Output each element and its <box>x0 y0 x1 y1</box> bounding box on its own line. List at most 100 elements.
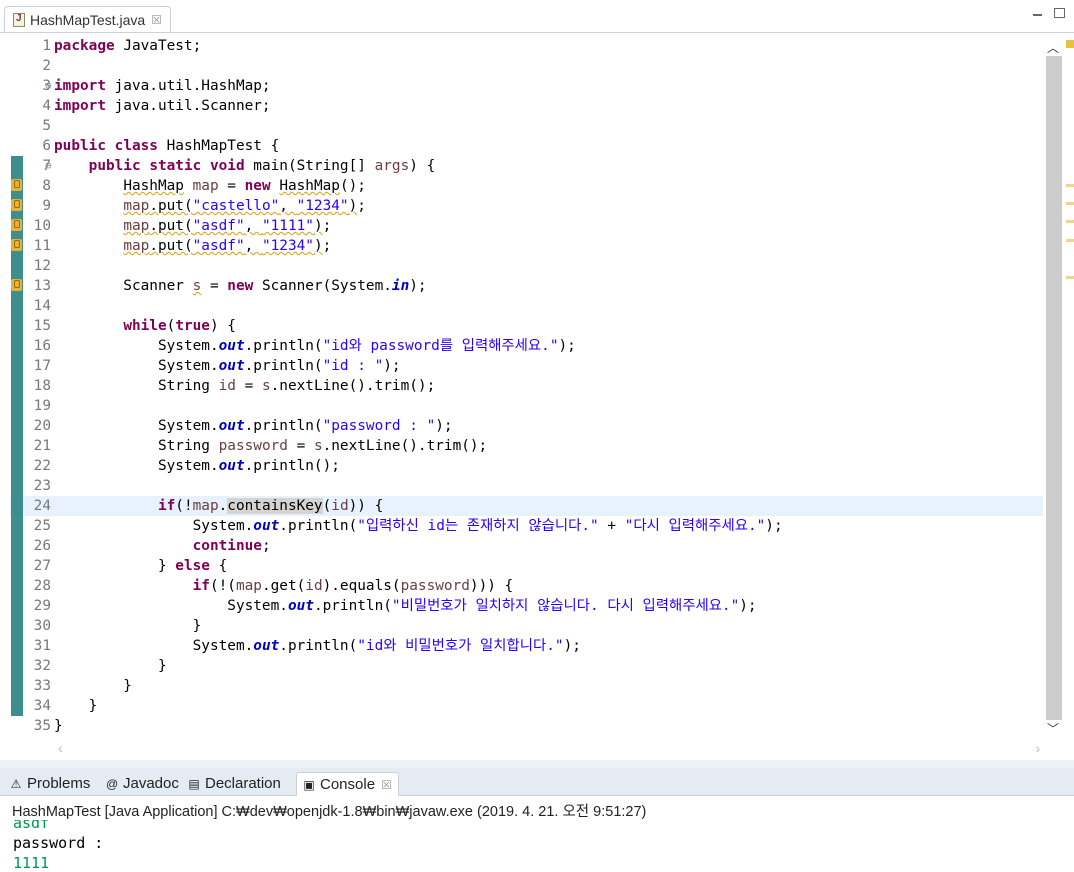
tab-divider <box>0 32 1074 33</box>
scroll-down-icon[interactable]: ﹀ <box>1047 720 1059 737</box>
code-line[interactable]: 23 <box>10 476 1043 496</box>
scroll-right-icon[interactable]: › <box>1035 740 1040 756</box>
code-text: System.out.println("password : "); <box>54 418 453 434</box>
code-line[interactable]: 7 ⊖ public static void main(String[] args… <box>10 156 1043 176</box>
code-line[interactable]: 1 package JavaTest; <box>10 36 1043 56</box>
line-number: 6 <box>42 138 51 154</box>
maximize-icon[interactable] <box>1054 8 1065 18</box>
tab-label: Problems <box>27 775 91 792</box>
line-number: 27 <box>33 558 51 574</box>
overview-ruler[interactable] <box>1064 36 1074 742</box>
console-output[interactable]: asdf password : 1111 <box>0 820 1074 872</box>
code-line[interactable]: 24 if(!map.containsKey(id)) { <box>10 496 1043 516</box>
code-text: } <box>54 718 63 734</box>
code-line[interactable]: 14 <box>10 296 1043 316</box>
code-line[interactable]: 8 HashMap map = new HashMap(); <box>10 176 1043 196</box>
code-line[interactable]: 31 System.out.println("id와 비밀번호가 일치합니다."… <box>10 636 1043 656</box>
scroll-up-icon[interactable]: ︿ <box>1047 39 1059 56</box>
close-tab-icon[interactable]: ☒ <box>151 13 162 27</box>
code-line[interactable]: 25 System.out.println("입력하신 id는 존재하지 않습니… <box>10 516 1043 536</box>
fold-toggle-icon[interactable]: ⊖ <box>45 156 52 176</box>
code-line[interactable]: 2 <box>10 56 1043 76</box>
line-number: 32 <box>33 658 51 674</box>
line-number: 19 <box>33 398 51 414</box>
code-text: } <box>54 658 167 674</box>
code-editor[interactable]: 1 package JavaTest; 2 3 ⊖ import java.util.Ha… <box>10 36 1043 742</box>
code-text: Scanner s = new Scanner(System.in); <box>54 278 427 294</box>
code-text: System.out.println("id : "); <box>54 358 401 374</box>
line-number: 34 <box>33 698 51 714</box>
code-text: System.out.println("id와 비밀번호가 일치합니다."); <box>54 638 581 654</box>
line-number: 24 <box>33 498 51 514</box>
overview-warning-mark[interactable] <box>1066 202 1074 205</box>
line-number: 10 <box>33 218 51 234</box>
code-line[interactable]: 17 System.out.println("id : "); <box>10 356 1043 376</box>
line-number: 26 <box>33 538 51 554</box>
overview-warning-mark[interactable] <box>1066 239 1074 242</box>
scrollbar-thumb[interactable] <box>1046 56 1062 720</box>
code-text: String password = s.nextLine().trim(); <box>54 438 488 454</box>
code-line[interactable]: 10 map.put("asdf", "1111"); <box>10 216 1043 236</box>
tab-declaration[interactable]: ▤ Declaration <box>188 772 281 795</box>
bottom-panel-tabs: ⚠ Problems @ Javadoc ▤ Declaration ▣ Console ☒ <box>0 768 1074 796</box>
code-line[interactable]: 6 public class HashMapTest { <box>10 136 1043 156</box>
tab-problems[interactable]: ⚠ Problems <box>10 772 91 795</box>
overview-warning-mark[interactable] <box>1066 220 1074 223</box>
code-line[interactable]: 33 } <box>10 676 1043 696</box>
fold-toggle-icon[interactable]: ⊖ <box>45 76 52 96</box>
close-tab-icon[interactable]: ☒ <box>381 778 392 792</box>
overview-warning-mark[interactable] <box>1066 184 1074 187</box>
code-line[interactable]: 19 <box>10 396 1043 416</box>
code-text: System.out.println("id와 password를 입력해주세요… <box>54 338 576 354</box>
code-line[interactable]: 28 if(!(map.get(id).equals(password))) { <box>10 576 1043 596</box>
code-line[interactable]: 16 System.out.println("id와 password를 입력해… <box>10 336 1043 356</box>
code-line[interactable]: 27 } else { <box>10 556 1043 576</box>
code-text: if(!map.containsKey(id)) { <box>157 498 384 514</box>
tab-javadoc[interactable]: @ Javadoc <box>106 772 179 795</box>
vertical-scrollbar[interactable]: ︿ ﹀ <box>1043 36 1063 742</box>
line-number: 28 <box>33 578 51 594</box>
code-line[interactable]: 20 System.out.println("password : "); <box>10 416 1043 436</box>
code-line[interactable]: 29 System.out.println("비밀번호가 일치하지 않습니다. … <box>10 596 1043 616</box>
code-text: map.put("asdf", "1111"); <box>123 218 332 234</box>
code-line[interactable]: 13 Scanner s = new Scanner(System.in); <box>10 276 1043 296</box>
code-line[interactable]: 18 String id = s.nextLine().trim(); <box>10 376 1043 396</box>
code-text: public static void main(String[] args) { <box>88 158 436 174</box>
warning-summary-icon[interactable] <box>1066 40 1074 48</box>
code-text: while(true) { <box>123 318 236 334</box>
code-line[interactable]: 34 } <box>10 696 1043 716</box>
minimize-icon[interactable] <box>1032 8 1043 18</box>
java-file-icon <box>13 13 25 27</box>
tab-label: Console <box>320 776 376 793</box>
code-text: map.put("castello", "1234"); <box>123 198 366 214</box>
editor-tab-bar: HashMapTest.java ☒ <box>0 0 1074 33</box>
code-text: continue; <box>192 538 271 554</box>
tab-console[interactable]: ▣ Console ☒ <box>296 772 399 796</box>
overview-warning-mark[interactable] <box>1066 276 1074 279</box>
scroll-left-icon[interactable]: ‹ <box>58 740 63 756</box>
editor-tab-hashmaptest[interactable]: HashMapTest.java ☒ <box>4 6 171 33</box>
code-line[interactable]: 26 continue; <box>10 536 1043 556</box>
code-text: import java.util.HashMap; <box>54 78 271 94</box>
line-number: 25 <box>33 518 51 534</box>
code-line[interactable]: 3 ⊖ import java.util.HashMap; <box>10 76 1043 96</box>
line-number: 29 <box>33 598 51 614</box>
code-line[interactable]: 5 <box>10 116 1043 136</box>
code-line[interactable]: 21 String password = s.nextLine().trim()… <box>10 436 1043 456</box>
code-line[interactable]: 35} <box>10 716 1043 736</box>
code-line[interactable]: 22 System.out.println(); <box>10 456 1043 476</box>
line-number: 9 <box>42 198 51 214</box>
horizontal-scrollbar[interactable]: ‹ › <box>54 740 1044 758</box>
code-line[interactable]: 11 map.put("asdf", "1234"); <box>10 236 1043 256</box>
code-text: package JavaTest; <box>54 38 202 54</box>
code-line[interactable]: 32 } <box>10 656 1043 676</box>
line-number: 5 <box>42 118 51 134</box>
code-line[interactable]: 15 while(true) { <box>10 316 1043 336</box>
code-text: map.put("asdf", "1234"); <box>123 238 332 254</box>
code-line[interactable]: 9 map.put("castello", "1234"); <box>10 196 1043 216</box>
code-line[interactable]: 30 } <box>10 616 1043 636</box>
code-line[interactable]: 12 <box>10 256 1043 276</box>
code-line[interactable]: 4 import java.util.Scanner; <box>10 96 1043 116</box>
line-number: 13 <box>33 278 51 294</box>
line-number: 12 <box>33 258 51 274</box>
